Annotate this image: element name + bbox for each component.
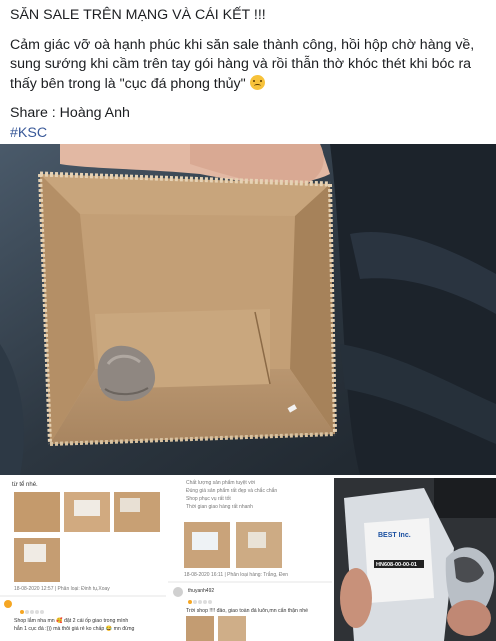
review-left-thumbnails (0, 492, 166, 614)
review-left-line3: hẳn 1 cục đá :))) mà thôi giá rẻ ko chấp… (14, 626, 135, 632)
box-rock-illustration (0, 144, 496, 475)
review-screenshot-right[interactable]: BEST Inc. HN608-00-00-01 (334, 478, 496, 641)
review-screenshot-middle[interactable]: Chất lượng sản phẩm tuyệt vời Đúng giá s… (168, 478, 332, 641)
package-label-photo (334, 478, 496, 641)
post-body: Cảm giác vỡ oà hạnh phúc khi săn sale th… (10, 36, 488, 95)
hashtag-link[interactable]: #KSC (10, 125, 47, 141)
review-mid-thumbnails (168, 522, 332, 641)
sad-face-emoji-icon (249, 74, 265, 90)
review-mid-line5: Trời shop !!!! đảo, giao toàn đá luôn,mn… (186, 608, 309, 614)
share-credit: Share : Hoàng Anh (10, 105, 130, 121)
post-text: SĂN SALE TRÊN MẠNG VÀ CÁI KẾT !!! Cảm gi… (10, 6, 488, 143)
post-title: SĂN SALE TRÊN MẠNG VÀ CÁI KẾT !!! (10, 7, 266, 23)
review-screenshot-left[interactable]: từ tể nhé. 18-08-2020 12:57 | Phân loại:… (0, 478, 166, 641)
package-label-code: HN608-00-00-01 (376, 562, 417, 568)
post-body-text: Cảm giác vỡ oà hạnh phúc khi săn sale th… (10, 36, 475, 92)
review-mid-user: thuyanh492 (188, 588, 215, 594)
package-label-brand: BEST Inc. (378, 532, 411, 539)
review-left-timestamp: 18-08-2020 12:57 | Phân loại: Đinh tụ,Xo… (14, 586, 110, 592)
review-screenshots-row: từ tể nhé. 18-08-2020 12:57 | Phân loại:… (0, 478, 496, 641)
main-photo-box-with-rock[interactable] (0, 144, 496, 475)
review-mid-timestamp: 18-08-2020 16:11 | Phân loại hàng: Trắng… (184, 572, 289, 578)
review-left-line2: Shop lắm nha mn 🥰 đặt 2 cái ốp giao tron… (14, 618, 129, 624)
